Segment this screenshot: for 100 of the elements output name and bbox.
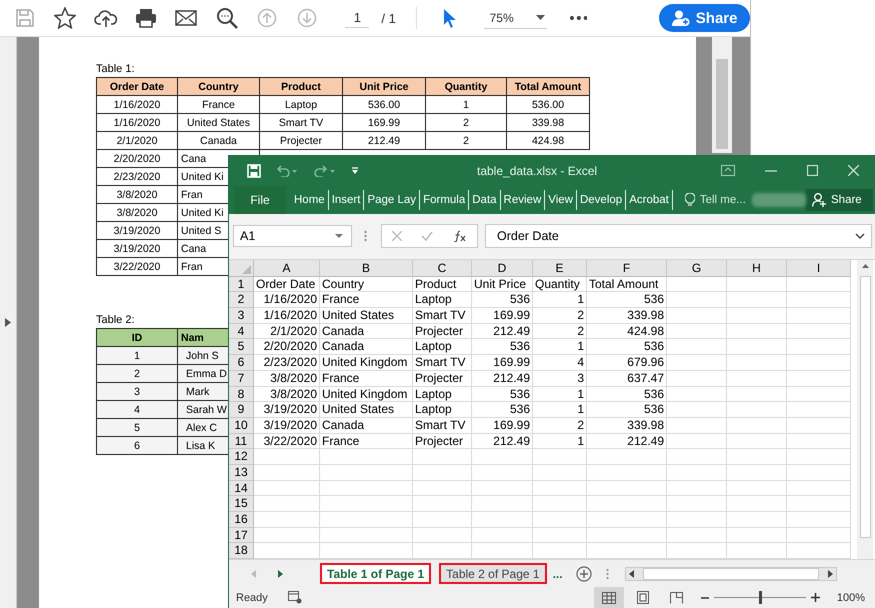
scroll-thumb[interactable] <box>716 59 728 149</box>
file-menu-button[interactable]: File <box>234 186 286 214</box>
empty-cell[interactable] <box>413 480 472 496</box>
more-icon[interactable] <box>570 16 588 20</box>
empty-cell[interactable] <box>787 324 851 340</box>
spreadsheet-cell[interactable]: 339.98 <box>587 308 667 324</box>
spreadsheet-cell[interactable]: 1 <box>533 434 587 450</box>
spreadsheet-cell[interactable]: 536 <box>587 386 667 402</box>
spreadsheet-cell[interactable]: Smart TV <box>413 308 472 324</box>
empty-cell[interactable] <box>667 418 727 434</box>
column-header[interactable]: I <box>787 260 851 277</box>
empty-cell[interactable] <box>727 464 787 481</box>
spreadsheet-cell[interactable]: Laptop <box>413 292 472 308</box>
sheet-tab[interactable]: Table 1 of Page 1 <box>320 563 432 584</box>
customize-icon[interactable] <box>351 166 359 175</box>
spreadsheet-cell[interactable]: Total Amount <box>587 276 667 292</box>
empty-cell[interactable] <box>727 386 787 402</box>
previous-page-icon[interactable] <box>256 8 277 28</box>
previous-sheet-icon[interactable] <box>251 570 256 578</box>
spreadsheet-cell[interactable]: 2 <box>533 308 587 324</box>
empty-cell[interactable] <box>667 355 727 371</box>
star-icon[interactable] <box>54 7 76 29</box>
empty-cell[interactable] <box>413 512 472 528</box>
empty-cell[interactable] <box>533 496 587 512</box>
spreadsheet-cell[interactable]: France <box>320 434 413 450</box>
spreadsheet-cell[interactable]: 2/1/2020 <box>254 324 320 340</box>
row-header[interactable]: 7 <box>229 370 254 387</box>
column-header[interactable]: G <box>667 260 727 277</box>
spreadsheet-cell[interactable]: 536 <box>472 292 533 308</box>
empty-cell[interactable] <box>727 276 787 292</box>
row-header[interactable]: 2 <box>229 292 254 308</box>
empty-cell[interactable] <box>727 449 787 465</box>
scroll-thumb[interactable] <box>642 568 819 580</box>
row-header[interactable]: 4 <box>229 324 254 340</box>
maximize-icon[interactable] <box>807 165 818 176</box>
ribbon-tab[interactable]: Page Lay <box>364 190 420 210</box>
empty-cell[interactable] <box>667 402 727 418</box>
pointer-icon[interactable] <box>442 8 457 28</box>
empty-cell[interactable] <box>472 512 533 528</box>
empty-cell[interactable] <box>320 528 413 544</box>
empty-cell[interactable] <box>727 528 787 544</box>
macro-record-icon[interactable] <box>288 591 302 604</box>
empty-cell[interactable] <box>667 528 727 544</box>
spreadsheet-cell[interactable]: Laptop <box>413 402 472 418</box>
empty-cell[interactable] <box>667 292 727 308</box>
row-header[interactable]: 5 <box>229 339 254 356</box>
spreadsheet-cell[interactable]: Canada <box>320 324 413 340</box>
spreadsheet-cell[interactable]: Projecter <box>413 434 472 450</box>
column-header[interactable]: E <box>533 260 587 277</box>
row-header[interactable]: 11 <box>229 434 254 450</box>
row-header[interactable]: 17 <box>229 528 254 544</box>
spreadsheet-cell[interactable]: 536 <box>587 339 667 356</box>
empty-cell[interactable] <box>667 434 727 450</box>
spreadsheet-cell[interactable]: Projecter <box>413 324 472 340</box>
undo-icon[interactable] <box>275 164 299 177</box>
empty-cell[interactable] <box>587 528 667 544</box>
empty-cell[interactable] <box>667 496 727 512</box>
spreadsheet-cell[interactable]: 424.98 <box>587 324 667 340</box>
more-sheets[interactable]: ... <box>552 566 563 581</box>
spreadsheet-cell[interactable]: 212.49 <box>587 434 667 450</box>
empty-cell[interactable] <box>787 434 851 450</box>
empty-cell[interactable] <box>667 370 727 387</box>
row-header[interactable]: 10 <box>229 418 254 434</box>
empty-cell[interactable] <box>667 308 727 324</box>
empty-cell[interactable] <box>787 386 851 402</box>
spreadsheet-cell[interactable]: Product <box>413 276 472 292</box>
spreadsheet-cell[interactable]: 3 <box>533 370 587 387</box>
empty-cell[interactable] <box>727 480 787 496</box>
spreadsheet-cell[interactable]: 536 <box>587 402 667 418</box>
empty-cell[interactable] <box>587 449 667 465</box>
spreadsheet-cell[interactable]: 1/16/2020 <box>254 292 320 308</box>
empty-cell[interactable] <box>413 528 472 544</box>
empty-cell[interactable] <box>667 464 727 481</box>
empty-cell[interactable] <box>320 464 413 481</box>
empty-cell[interactable] <box>667 324 727 340</box>
empty-cell[interactable] <box>413 464 472 481</box>
spreadsheet-cell[interactable]: United States <box>320 308 413 324</box>
spreadsheet-cell[interactable]: France <box>320 292 413 308</box>
spreadsheet-cell[interactable]: 1 <box>533 386 587 402</box>
empty-cell[interactable] <box>533 449 587 465</box>
spreadsheet-cell[interactable]: Laptop <box>413 339 472 356</box>
empty-cell[interactable] <box>727 355 787 371</box>
spreadsheet-cell[interactable]: 2/20/2020 <box>254 339 320 356</box>
row-header[interactable]: 13 <box>229 464 254 481</box>
column-header[interactable]: F <box>587 260 667 277</box>
empty-cell[interactable] <box>787 370 851 387</box>
empty-cell[interactable] <box>727 418 787 434</box>
empty-cell[interactable] <box>587 512 667 528</box>
spreadsheet-cell[interactable]: Smart TV <box>413 355 472 371</box>
select-all-corner[interactable] <box>229 260 254 277</box>
empty-cell[interactable] <box>587 496 667 512</box>
spreadsheet-cell[interactable]: United States <box>320 402 413 418</box>
spreadsheet-cell[interactable]: Canada <box>320 339 413 356</box>
spreadsheet-cell[interactable]: 3/8/2020 <box>254 386 320 402</box>
empty-cell[interactable] <box>320 449 413 465</box>
empty-cell[interactable] <box>587 464 667 481</box>
spreadsheet-cell[interactable]: 1/16/2020 <box>254 308 320 324</box>
spreadsheet-cell[interactable]: Country <box>320 276 413 292</box>
empty-cell[interactable] <box>787 402 851 418</box>
empty-cell[interactable] <box>787 464 851 481</box>
